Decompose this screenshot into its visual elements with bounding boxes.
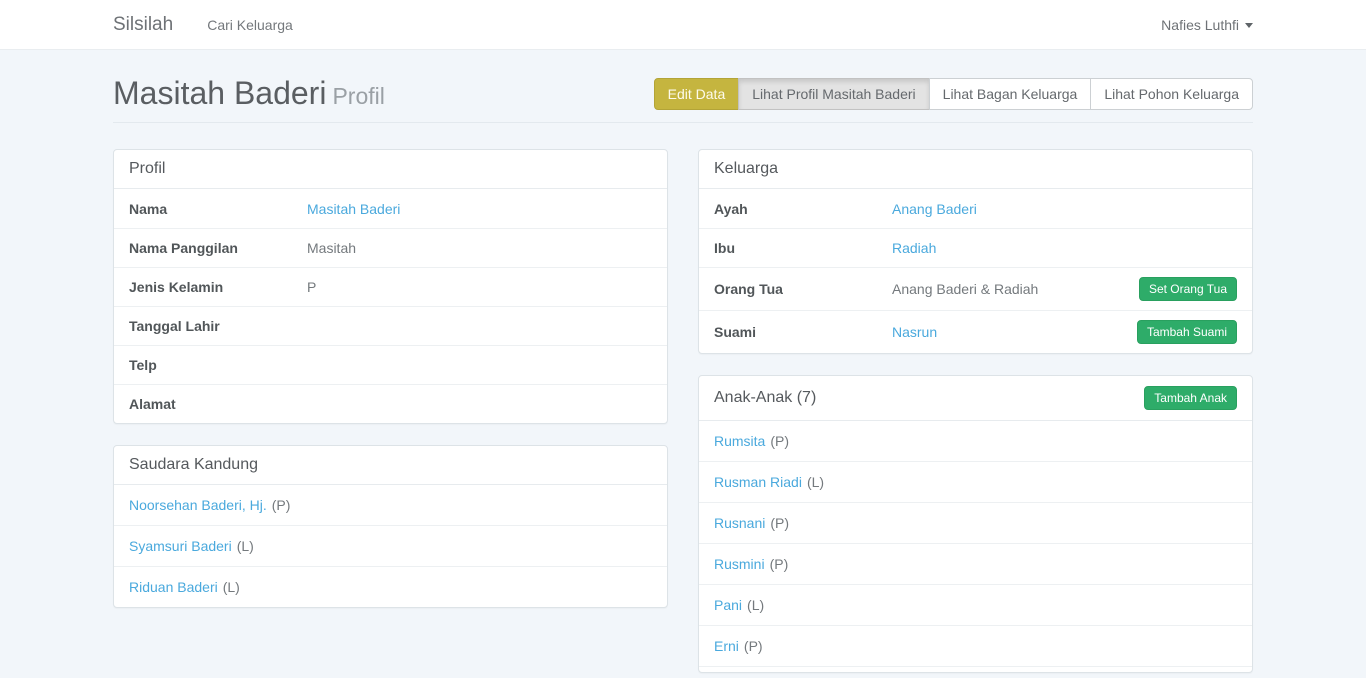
list-item: Rusmini (P)	[699, 543, 1252, 584]
person-link[interactable]: Riduan Baderi	[129, 579, 218, 595]
user-menu[interactable]: Nafies Luthfi	[1161, 17, 1253, 33]
brand-link[interactable]: Silsilah	[113, 14, 173, 36]
person-link[interactable]: Rumsita	[714, 433, 765, 449]
table-row: Nama Masitah Baderi	[114, 189, 667, 228]
gender-label: (P)	[744, 638, 763, 654]
edit-data-button[interactable]: Edit Data	[654, 78, 740, 110]
person-link[interactable]: Rusnani	[714, 515, 765, 531]
anak-anak-panel: Anak-Anak (7) Tambah Anak Rumsita (P) Ru…	[698, 375, 1253, 673]
field-label: Ayah	[714, 201, 892, 217]
gender-label: (P)	[770, 433, 789, 449]
left-column: Profil Nama Masitah Baderi Nama Panggila…	[113, 149, 668, 629]
profil-panel-heading: Profil	[114, 150, 667, 189]
right-column: Keluarga Ayah Anang Baderi Ibu Radiah Or…	[698, 149, 1253, 678]
person-link[interactable]: Nasrun	[892, 324, 937, 340]
panel-title: Keluarga	[714, 160, 778, 178]
list-item: Pani (L)	[699, 584, 1252, 625]
panel-title: Profil	[129, 160, 165, 178]
field-label: Telp	[129, 357, 307, 373]
table-row: Ibu Radiah	[699, 228, 1252, 267]
chevron-down-icon	[1245, 23, 1253, 28]
profil-panel: Profil Nama Masitah Baderi Nama Panggila…	[113, 149, 668, 424]
list-item: Riduan Baderi (L)	[114, 566, 667, 607]
panel-title: Saudara Kandung	[129, 456, 258, 474]
lihat-profil-button[interactable]: Lihat Profil Masitah Baderi	[738, 78, 929, 110]
list-item: Syamsuri Baderi (L)	[114, 525, 667, 566]
action-button-group: Edit Data Lihat Profil Masitah Baderi Li…	[654, 78, 1253, 110]
panel-title: Anak-Anak (7)	[714, 389, 816, 407]
table-row: Alamat	[114, 384, 667, 423]
person-link[interactable]: Noorsehan Baderi, Hj.	[129, 497, 267, 513]
tambah-suami-button[interactable]: Tambah Suami	[1137, 320, 1237, 344]
set-orang-tua-button[interactable]: Set Orang Tua	[1139, 277, 1237, 301]
lihat-pohon-button[interactable]: Lihat Pohon Keluarga	[1090, 78, 1253, 110]
list-item: Erni (P)	[699, 625, 1252, 666]
lihat-bagan-button[interactable]: Lihat Bagan Keluarga	[929, 78, 1092, 110]
field-label: Orang Tua	[714, 281, 892, 297]
person-link[interactable]: Pani	[714, 597, 742, 613]
gender-label: (L)	[237, 538, 254, 554]
keluarga-panel-heading: Keluarga	[699, 150, 1252, 189]
field-label: Nama	[129, 201, 307, 217]
navbar: Silsilah Cari Keluarga Nafies Luthfi	[0, 0, 1366, 50]
field-label: Tanggal Lahir	[129, 318, 307, 334]
keluarga-panel: Keluarga Ayah Anang Baderi Ibu Radiah Or…	[698, 149, 1253, 354]
list-item: Rusman Riadi (L)	[699, 461, 1252, 502]
user-name: Nafies Luthfi	[1161, 17, 1239, 33]
page-title: Masitah BaderiProfil	[113, 75, 385, 112]
gender-label: (L)	[807, 474, 824, 490]
field-value: P	[307, 279, 652, 295]
table-row: Nama Panggilan Masitah	[114, 228, 667, 267]
field-value: Masitah	[307, 240, 652, 256]
gender-label: (P)	[770, 515, 789, 531]
person-link[interactable]: Radiah	[892, 240, 936, 256]
table-row: Telp	[114, 345, 667, 384]
field-label: Alamat	[129, 396, 307, 412]
person-link[interactable]: Masitah Baderi	[307, 201, 400, 217]
gender-label: (P)	[272, 497, 291, 513]
saudara-panel-heading: Saudara Kandung	[114, 446, 667, 485]
list-item	[699, 666, 1252, 672]
gender-label: (L)	[747, 597, 764, 613]
page-subtitle: Profil	[332, 83, 384, 109]
anak-panel-heading: Anak-Anak (7) Tambah Anak	[699, 376, 1252, 421]
saudara-kandung-panel: Saudara Kandung Noorsehan Baderi, Hj. (P…	[113, 445, 668, 608]
tambah-anak-button[interactable]: Tambah Anak	[1144, 386, 1237, 410]
person-link[interactable]: Anang Baderi	[892, 201, 977, 217]
person-name: Masitah Baderi	[113, 75, 326, 111]
table-row: Suami Nasrun Tambah Suami	[699, 310, 1252, 353]
list-item: Rumsita (P)	[699, 421, 1252, 461]
table-row: Jenis Kelamin P	[114, 267, 667, 306]
person-link[interactable]: Syamsuri Baderi	[129, 538, 232, 554]
nav-item-cari-keluarga[interactable]: Cari Keluarga	[207, 17, 293, 33]
field-label: Nama Panggilan	[129, 240, 307, 256]
gender-label: (L)	[223, 579, 240, 595]
field-value: Anang Baderi & Radiah	[892, 281, 1139, 297]
person-link[interactable]: Rusmini	[714, 556, 765, 572]
gender-label: (P)	[770, 556, 789, 572]
table-row: Orang Tua Anang Baderi & Radiah Set Oran…	[699, 267, 1252, 310]
page-header: Masitah BaderiProfil Edit Data Lihat Pro…	[113, 75, 1253, 123]
field-label: Jenis Kelamin	[129, 279, 307, 295]
list-item: Rusnani (P)	[699, 502, 1252, 543]
person-link[interactable]: Rusman Riadi	[714, 474, 802, 490]
field-label: Ibu	[714, 240, 892, 256]
field-label: Suami	[714, 324, 892, 340]
person-link[interactable]: Erni	[714, 638, 739, 654]
list-item: Noorsehan Baderi, Hj. (P)	[114, 485, 667, 525]
table-row: Ayah Anang Baderi	[699, 189, 1252, 228]
table-row: Tanggal Lahir	[114, 306, 667, 345]
